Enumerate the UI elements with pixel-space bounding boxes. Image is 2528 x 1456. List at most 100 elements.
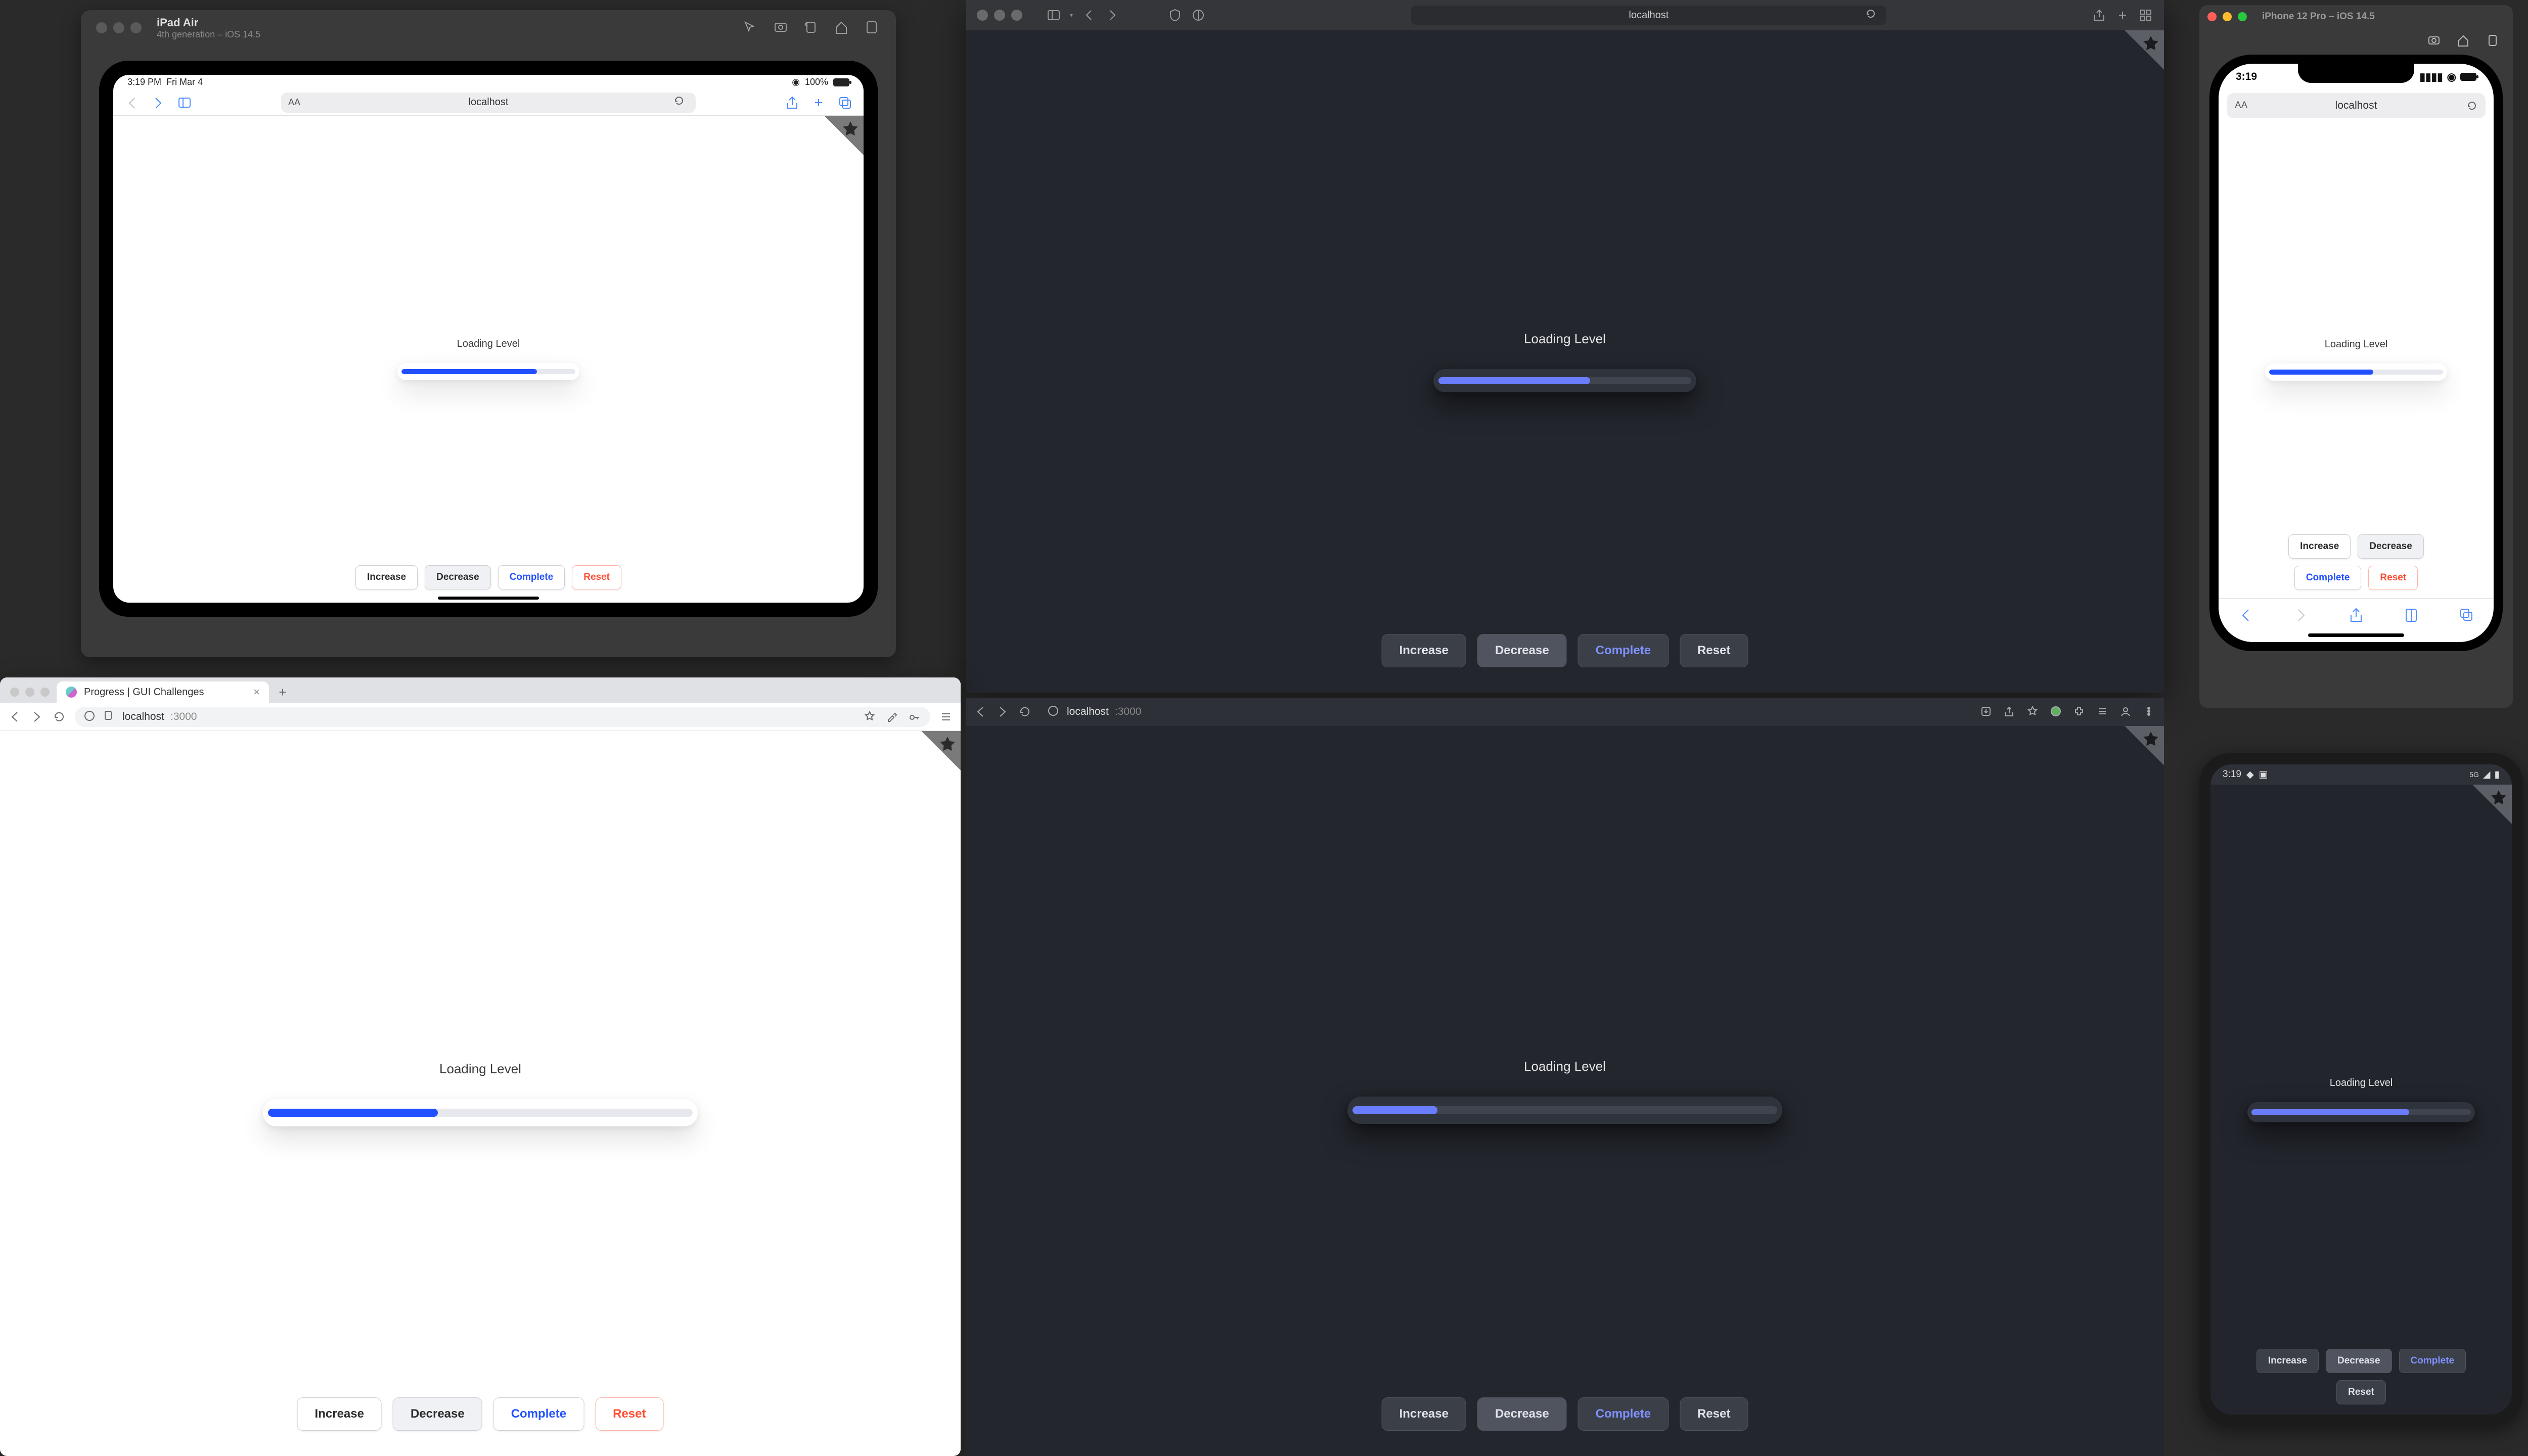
tabs-icon[interactable] <box>837 95 852 110</box>
new-tab-icon[interactable] <box>811 95 826 110</box>
traffic-lights[interactable] <box>96 22 142 33</box>
new-tab-button[interactable]: + <box>274 684 291 701</box>
pointer-icon[interactable] <box>742 19 759 36</box>
forward-icon[interactable] <box>30 710 43 723</box>
address-bar[interactable]: AA localhost <box>2227 93 2486 118</box>
complete-button[interactable]: Complete <box>2399 1349 2466 1373</box>
reload-icon[interactable] <box>2466 100 2477 111</box>
share-icon[interactable] <box>785 95 800 110</box>
site-info-icon[interactable] <box>84 710 97 723</box>
appearance-icon[interactable] <box>1191 8 1205 22</box>
sidebar-icon[interactable] <box>177 95 192 110</box>
increase-button[interactable]: Increase <box>2288 534 2351 559</box>
decrease-button[interactable]: Decrease <box>393 1397 482 1431</box>
debug-corner-badge[interactable] <box>905 731 961 787</box>
chevron-down-icon[interactable]: ▾ <box>1070 12 1073 19</box>
home-indicator[interactable] <box>2308 633 2404 637</box>
traffic-lights[interactable] <box>2207 12 2247 21</box>
window-titlebar[interactable]: iPhone 12 Pro – iOS 14.5 <box>2199 5 2513 28</box>
bookmarks-icon[interactable] <box>2403 606 2420 623</box>
home-indicator[interactable] <box>438 597 539 600</box>
traffic-lights[interactable] <box>10 688 50 697</box>
debug-corner-badge[interactable] <box>2108 726 2164 782</box>
reset-button[interactable]: Reset <box>2336 1380 2386 1404</box>
back-icon[interactable] <box>974 705 987 718</box>
extensions-icon[interactable] <box>2073 705 2086 718</box>
tab-strip[interactable]: Progress | GUI Challenges × + <box>0 677 961 703</box>
home-icon[interactable] <box>2456 33 2470 48</box>
site-info-icon[interactable] <box>1048 705 1061 718</box>
tabs-icon[interactable] <box>2458 606 2475 623</box>
close-tab-icon[interactable]: × <box>253 686 260 699</box>
back-icon[interactable] <box>8 710 21 723</box>
address-bar[interactable]: localhost <box>1411 6 1886 25</box>
extension-icon[interactable] <box>2050 705 2063 718</box>
share-icon[interactable] <box>2348 606 2365 623</box>
window-titlebar[interactable]: iPad Air 4th generation – iOS 14.5 <box>81 10 896 46</box>
new-tab-icon[interactable] <box>2115 8 2130 22</box>
sidebar-icon[interactable] <box>1047 8 1061 22</box>
reload-icon[interactable] <box>1018 705 1031 718</box>
forward-icon[interactable] <box>1105 8 1119 22</box>
complete-button[interactable]: Complete <box>1578 1397 1668 1431</box>
increase-button[interactable]: Increase <box>355 565 418 589</box>
complete-button[interactable]: Complete <box>2294 566 2362 590</box>
text-size-icon[interactable]: AA <box>288 97 300 108</box>
star-icon[interactable] <box>864 710 877 723</box>
star-icon[interactable] <box>2026 705 2040 718</box>
reset-button[interactable]: Reset <box>1680 1397 1748 1431</box>
decrease-button[interactable]: Decrease <box>1477 634 1567 667</box>
complete-button[interactable]: Complete <box>498 565 565 589</box>
debug-corner-badge[interactable] <box>808 116 864 171</box>
profile-icon[interactable] <box>2119 705 2133 718</box>
decrease-button[interactable]: Decrease <box>2358 534 2424 559</box>
back-icon[interactable] <box>1082 8 1096 22</box>
screenshot2-icon[interactable] <box>2486 33 2500 48</box>
tab-active[interactable]: Progress | GUI Challenges × <box>57 681 269 703</box>
text-size-icon[interactable]: AA <box>2235 100 2247 111</box>
tab-overview-icon[interactable] <box>2139 8 2153 22</box>
traffic-lights[interactable] <box>977 10 1022 21</box>
reload-icon[interactable] <box>673 95 689 110</box>
forward-icon[interactable] <box>996 705 1009 718</box>
safari-titlebar[interactable]: ▾ localhost <box>966 0 2164 30</box>
devtools-icon[interactable] <box>2096 705 2109 718</box>
install-icon[interactable] <box>1980 705 1993 718</box>
key-icon[interactable] <box>908 710 921 723</box>
menu-icon[interactable] <box>2143 705 2156 718</box>
home-icon[interactable] <box>833 19 850 36</box>
reset-button[interactable]: Reset <box>2368 566 2418 590</box>
decrease-button[interactable]: Decrease <box>1477 1397 1567 1431</box>
share-icon[interactable] <box>2003 705 2016 718</box>
reset-button[interactable]: Reset <box>1680 634 1748 667</box>
reload-icon[interactable] <box>1865 8 1879 22</box>
share-icon[interactable] <box>2092 8 2106 22</box>
increase-button[interactable]: Increase <box>297 1397 382 1431</box>
complete-button[interactable]: Complete <box>493 1397 584 1431</box>
reload-icon[interactable] <box>53 710 66 723</box>
address-bar[interactable]: localhost:3000 <box>75 707 930 727</box>
debug-corner-badge[interactable] <box>2456 785 2512 840</box>
forward-icon[interactable] <box>2292 606 2310 623</box>
shield-icon[interactable] <box>1168 8 1182 22</box>
back-icon[interactable] <box>124 95 140 110</box>
decrease-button[interactable]: Decrease <box>425 565 491 589</box>
forward-icon[interactable] <box>151 95 166 110</box>
increase-button[interactable]: Increase <box>1382 634 1466 667</box>
address-bar[interactable]: AA localhost <box>281 93 696 113</box>
back-icon[interactable] <box>2237 606 2254 623</box>
debug-corner-badge[interactable] <box>2108 30 2164 86</box>
increase-button[interactable]: Increase <box>2256 1349 2319 1373</box>
eyedropper-icon[interactable] <box>886 710 899 723</box>
reset-button[interactable]: Reset <box>595 1397 663 1431</box>
reset-button[interactable]: Reset <box>572 565 621 589</box>
address-bar[interactable]: localhost:3000 <box>1041 702 1971 721</box>
screenshot2-icon[interactable] <box>864 19 881 36</box>
increase-button[interactable]: Increase <box>1382 1397 1466 1431</box>
screenshot-icon[interactable] <box>2427 33 2441 48</box>
menu-icon[interactable] <box>939 710 953 723</box>
complete-button[interactable]: Complete <box>1578 634 1668 667</box>
screenshot-icon[interactable] <box>773 19 790 36</box>
decrease-button[interactable]: Decrease <box>2326 1349 2392 1373</box>
rotate-icon[interactable] <box>803 19 820 36</box>
